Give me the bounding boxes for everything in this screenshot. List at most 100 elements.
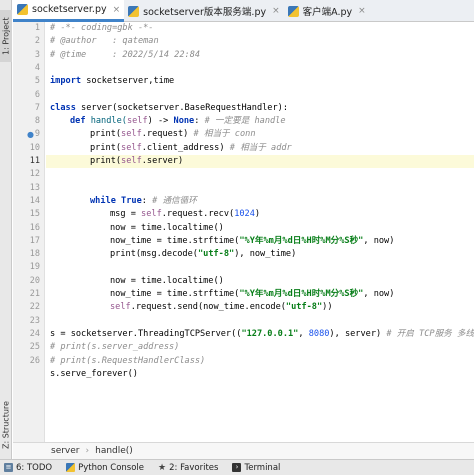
tab-socketserver[interactable]: socketserver.py ×	[13, 0, 125, 22]
line-number[interactable]: 26	[16, 355, 40, 368]
tool-label: 6: TODO	[16, 462, 53, 473]
line-number[interactable]: 6	[16, 89, 40, 102]
tab-socketserver-server-version[interactable]: socketserver版本服务端.py ×	[124, 0, 284, 22]
self-keyword: self	[121, 142, 142, 153]
line-number[interactable]: 21	[16, 288, 40, 301]
code-line-3[interactable]: # @time : 2022/5/14 22:84	[46, 49, 474, 62]
code-text: print(	[90, 129, 122, 140]
line-number[interactable]: 13	[16, 182, 40, 195]
code-line-13[interactable]: while True: # 通信循环	[46, 195, 474, 208]
code-text: :	[194, 116, 205, 127]
line-number[interactable]: 4	[16, 62, 40, 75]
code-text: now_time = time.strftime(	[110, 289, 240, 299]
self-keyword: self	[110, 302, 131, 313]
code-text: .request)	[141, 129, 194, 140]
code-line-23[interactable]: s = socketserver.ThreadingTCPServer(("12…	[46, 328, 474, 341]
star-icon: ★	[158, 462, 167, 473]
line-number[interactable]: 20	[16, 275, 40, 288]
keyword: True	[115, 195, 142, 206]
code-line-26[interactable]: s.serve_forever()	[46, 368, 474, 381]
code-text: server(socketserver.BaseRequestHandler):	[75, 102, 289, 113]
code-line-21[interactable]: self.request.send(now_time.encode("utf-8…	[46, 301, 474, 314]
comment: # 相当于 conn	[193, 129, 256, 140]
code-text: .server)	[141, 156, 184, 166]
code-line-1[interactable]: # -*- coding=gbk -*-	[46, 22, 474, 35]
code-text: now = time.localtime()	[110, 275, 224, 286]
line-number[interactable]: 2	[16, 35, 40, 48]
code-line-5[interactable]: import socketserver,time	[46, 75, 474, 88]
bottom-tool-bar: ≡ 6: TODO Python Console ★ 2: Favorites …	[0, 459, 474, 475]
code-line-16[interactable]: now_time = time.strftime("%Y年%m月%d日%H时%M…	[46, 235, 474, 248]
code-line-9[interactable]: print(self.request) # 相当于 conn	[46, 128, 474, 141]
line-number[interactable]: 1	[16, 22, 40, 35]
python-file-icon	[287, 5, 299, 17]
tab-client-a[interactable]: 客户端A.py ×	[284, 0, 370, 22]
code-line-2[interactable]: # @author : qateman	[46, 35, 474, 48]
self-keyword: self	[141, 209, 162, 220]
line-number[interactable]: 22	[16, 301, 40, 314]
code-text: ), now_time)	[234, 249, 297, 260]
line-number[interactable]: 9	[16, 128, 40, 141]
comment: # @time : 2022/5/14 22:84	[50, 49, 201, 60]
breadcrumb-class[interactable]: server	[51, 446, 80, 456]
code-text: :	[141, 195, 153, 206]
line-number[interactable]: 8	[16, 115, 40, 128]
code-line-11-current[interactable]: print(self.server)	[46, 155, 474, 169]
code-line-8[interactable]: def handle(self) -> None: # 一定要是 handle	[46, 115, 474, 128]
line-number[interactable]: 25	[16, 341, 40, 354]
line-number[interactable]: 17	[16, 235, 40, 248]
code-line-25[interactable]: # print(s.RequestHandlerClass)	[46, 355, 474, 368]
line-number[interactable]: 10	[16, 142, 40, 155]
python-icon	[66, 463, 76, 472]
line-number[interactable]: 16	[16, 222, 40, 235]
structure-tool-tab[interactable]: Z: Structure	[0, 395, 12, 455]
self-keyword: self	[121, 156, 142, 166]
breadcrumb-method[interactable]: handle()	[95, 446, 133, 456]
breadcrumb: server › handle()	[13, 442, 474, 459]
code-text: .client_address)	[141, 142, 230, 153]
code-text: s = socketserver.ThreadingTCPServer((	[50, 328, 242, 339]
python-file-icon	[128, 5, 140, 17]
line-number[interactable]: 24	[16, 328, 40, 341]
string-literal: "%Y年%m月%d日%H时%M分%S秒"	[239, 289, 364, 299]
code-line-20[interactable]: now_time = time.strftime("%Y年%m月%d日%H时%M…	[46, 288, 474, 301]
tab-label: 客户端A.py	[302, 7, 353, 18]
close-icon[interactable]: ×	[113, 5, 121, 15]
line-number[interactable]: 5	[16, 75, 40, 88]
line-number[interactable]: 7	[16, 102, 40, 115]
line-number[interactable]: 12	[16, 168, 40, 181]
line-number[interactable]: 11	[16, 155, 40, 168]
line-number[interactable]: 15	[16, 208, 40, 221]
close-icon[interactable]: ×	[358, 6, 366, 16]
code-line-10[interactable]: print(self.client_address) # 相当于 addr	[46, 142, 474, 155]
terminal-tool-button[interactable]: › Terminal	[232, 463, 280, 473]
string-literal: "127.0.0.1"	[241, 328, 299, 339]
comment: # 开启 TCP服务 多线程	[386, 328, 474, 339]
favorites-tool-button[interactable]: ★ 2: Favorites	[158, 463, 218, 473]
comment: # 相当于 addr	[229, 142, 292, 153]
code-line-24[interactable]: # print(s.server_address)	[46, 341, 474, 354]
code-line-14[interactable]: msg = self.request.recv(1024)	[46, 208, 474, 221]
close-icon[interactable]: ×	[272, 6, 280, 16]
keyword: def	[70, 116, 86, 127]
code-line-17[interactable]: print(msg.decode("utf-8"), now_time)	[46, 248, 474, 261]
keyword: None	[173, 116, 195, 127]
code-line-19[interactable]: now = time.localtime()	[46, 275, 474, 288]
line-number-gutter[interactable]: ● 1 2 3 4 5 6 7 8 9 10 11 12 13 14 15 16 17 18 19 20 21 22 23 2…	[13, 22, 45, 442]
line-number[interactable]: 14	[16, 195, 40, 208]
code-editor[interactable]: # -*- coding=gbk -*- # @author : qateman…	[46, 22, 474, 442]
project-tool-tab[interactable]: 1: Project	[0, 10, 12, 62]
code-line-15[interactable]: now = time.localtime()	[46, 222, 474, 235]
tool-label: Terminal	[244, 462, 281, 473]
code-text: now_time = time.strftime(	[110, 235, 240, 246]
line-number[interactable]: 19	[16, 261, 40, 274]
todo-tool-button[interactable]: ≡ 6: TODO	[4, 463, 52, 473]
line-number[interactable]: 3	[16, 49, 40, 62]
python-console-tool-button[interactable]: Python Console	[66, 463, 144, 473]
line-number[interactable]: 23	[16, 315, 40, 328]
comment: # print(s.server_address)	[50, 342, 180, 353]
python-file-icon	[17, 4, 28, 15]
line-number[interactable]: 18	[16, 248, 40, 261]
code-line-7[interactable]: class server(socketserver.BaseRequestHan…	[46, 102, 474, 115]
tool-label: 2: Favorites	[169, 462, 219, 473]
